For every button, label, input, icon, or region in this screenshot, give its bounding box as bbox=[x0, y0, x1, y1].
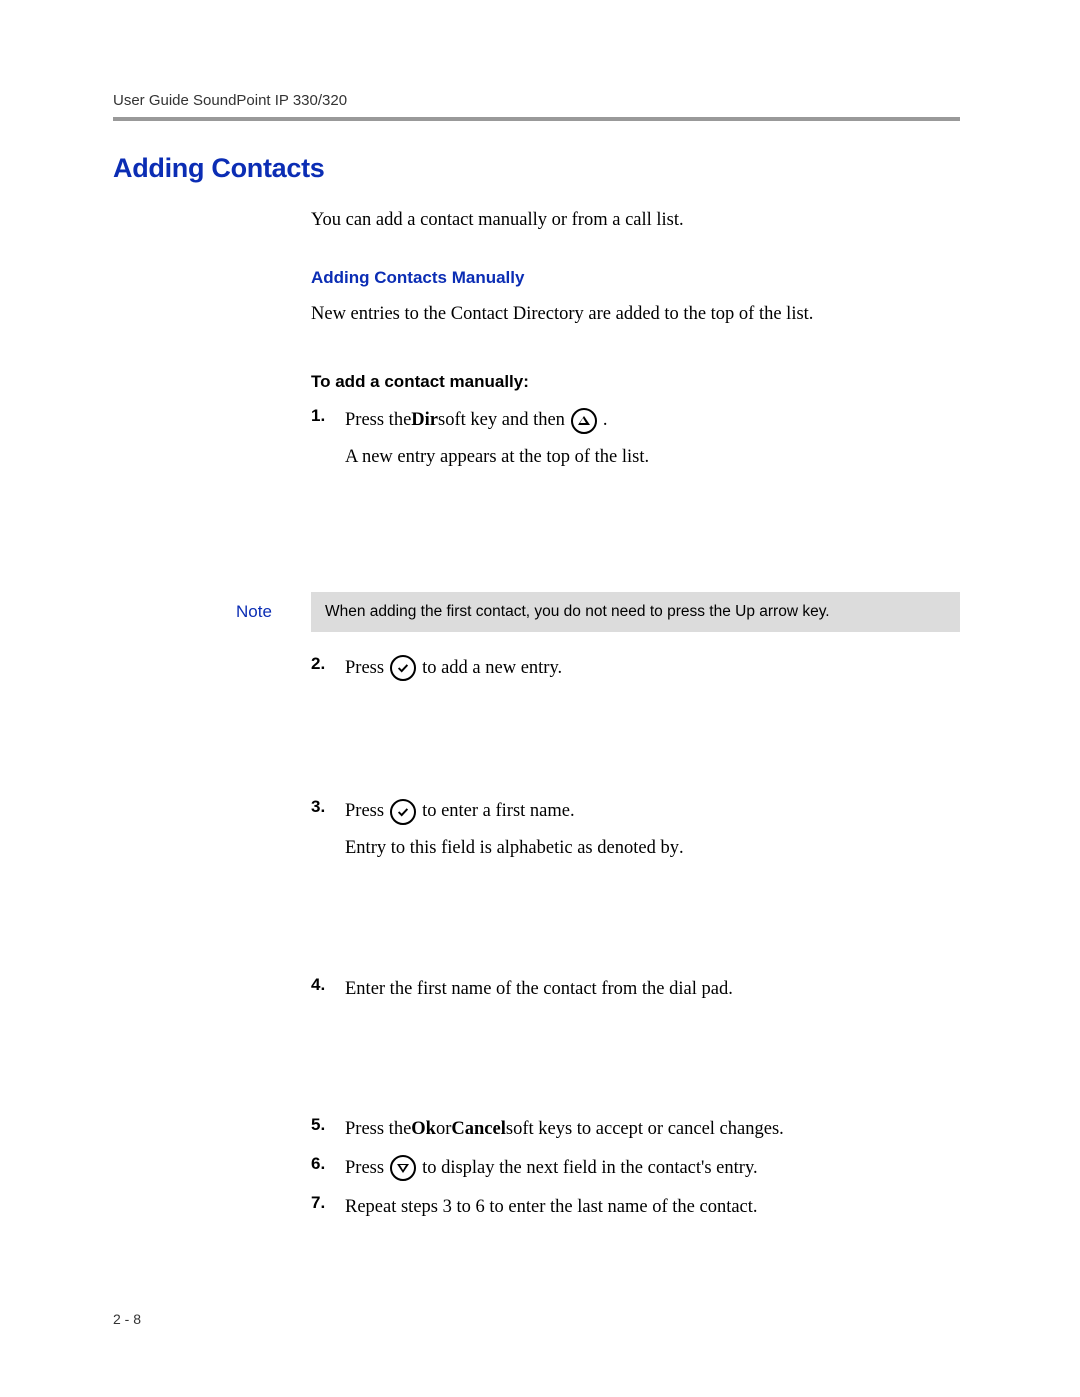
step1-line2: A new entry appears at the top of the li… bbox=[345, 443, 960, 472]
step-number: 1. bbox=[311, 406, 333, 471]
step-number: 5. bbox=[311, 1115, 333, 1144]
step7-text: Repeat steps 3 to 6 to enter the last na… bbox=[345, 1193, 960, 1222]
step-number: 7. bbox=[311, 1193, 333, 1222]
step5-pre: Press the bbox=[345, 1115, 411, 1144]
intro-text: You can add a contact manually or from a… bbox=[311, 206, 960, 235]
subheading-blue: Adding Contacts Manually bbox=[311, 268, 960, 288]
step1-bold: Dir bbox=[411, 406, 438, 435]
step6-post: to display the next field in the contact… bbox=[422, 1154, 758, 1183]
step-3: 3. Press to enter a first name. Entry to… bbox=[311, 797, 960, 862]
step3-pre: Press bbox=[345, 797, 384, 826]
step3-line2-post: . bbox=[679, 834, 684, 863]
step-number: 2. bbox=[311, 654, 333, 683]
step1-post: . bbox=[603, 406, 608, 435]
step-1: 1. Press the Dir soft key and then . A n… bbox=[311, 406, 960, 471]
subblue-text: New entries to the Contact Directory are… bbox=[311, 300, 960, 329]
step1-mid: soft key and then bbox=[438, 406, 565, 435]
note-label: Note bbox=[236, 602, 311, 622]
step2-pre: Press bbox=[345, 654, 384, 683]
step-number: 3. bbox=[311, 797, 333, 862]
step5-bold2: Cancel bbox=[451, 1115, 505, 1144]
check-key-icon bbox=[390, 655, 416, 681]
up-arrow-key-icon bbox=[571, 408, 597, 434]
step-2: 2. Press to add a new entry. bbox=[311, 654, 960, 683]
subheading-black: To add a contact manually: bbox=[311, 372, 960, 392]
step5-post: soft keys to accept or cancel changes. bbox=[506, 1115, 784, 1144]
page-footer: 2 - 8 bbox=[113, 1311, 141, 1327]
page-header: User Guide SoundPoint IP 330/320 bbox=[113, 92, 960, 109]
step-7: 7. Repeat steps 3 to 6 to enter the last… bbox=[311, 1193, 960, 1222]
header-rule bbox=[113, 117, 960, 121]
step-4: 4. Enter the first name of the contact f… bbox=[311, 975, 960, 1004]
step6-pre: Press bbox=[345, 1154, 384, 1183]
step-6: 6. Press to display the next field in th… bbox=[311, 1154, 960, 1183]
step-5: 5. Press the Ok or Cancel soft keys to a… bbox=[311, 1115, 960, 1144]
step3-post: to enter a first name. bbox=[422, 797, 575, 826]
section-title: Adding Contacts bbox=[113, 153, 960, 184]
step5-mid: or bbox=[436, 1115, 451, 1144]
check-key-icon bbox=[390, 799, 416, 825]
note-row: Note When adding the first contact, you … bbox=[236, 592, 960, 632]
step-number: 4. bbox=[311, 975, 333, 1004]
note-box: When adding the first contact, you do no… bbox=[311, 592, 960, 632]
step1-pre: Press the bbox=[345, 406, 411, 435]
step4-text: Enter the first name of the contact from… bbox=[345, 975, 960, 1004]
step2-post: to add a new entry. bbox=[422, 654, 562, 683]
down-arrow-key-icon bbox=[390, 1155, 416, 1181]
step5-bold1: Ok bbox=[411, 1115, 436, 1144]
step-number: 6. bbox=[311, 1154, 333, 1183]
step3-line2-pre: Entry to this field is alphabetic as den… bbox=[345, 834, 679, 863]
